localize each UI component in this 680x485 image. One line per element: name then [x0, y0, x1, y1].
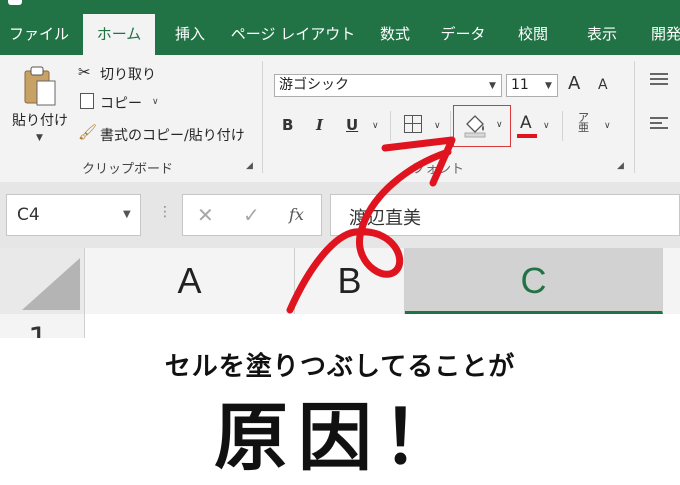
annotation-arrow: [286, 136, 456, 314]
arrow-stroke: [286, 148, 452, 314]
